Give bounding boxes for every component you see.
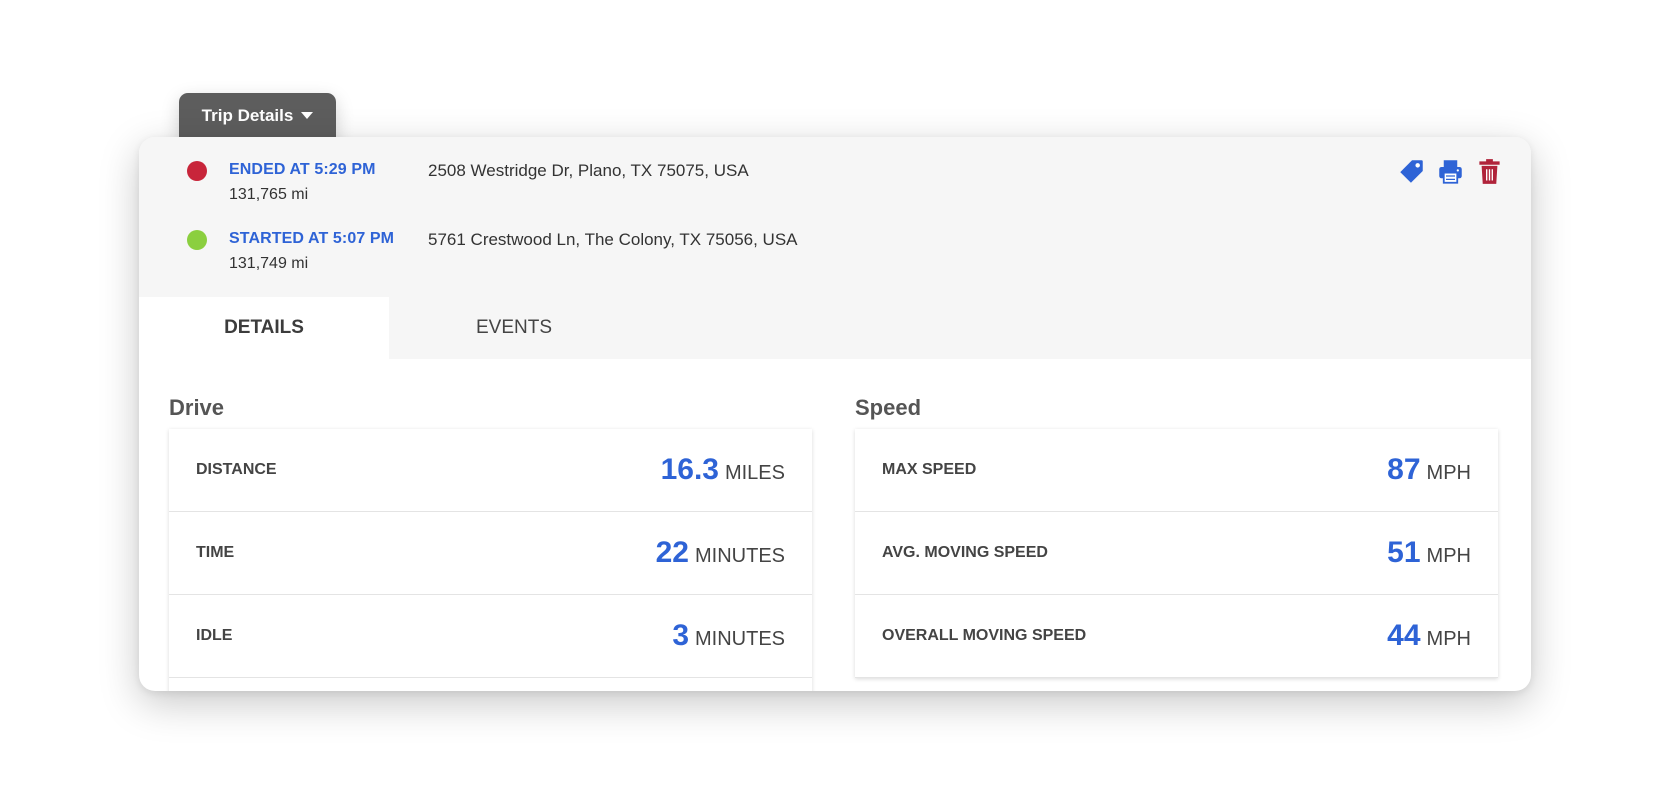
stat-value-group: 87 MPH (1387, 453, 1471, 487)
stat-label: OVERALL MOVING SPEED (882, 627, 1087, 644)
drive-section-title: Drive (169, 395, 225, 420)
stat-value: 87 (1387, 453, 1421, 486)
stat-label: AVG. MOVING SPEED (882, 544, 1048, 561)
end-status-dot-icon (187, 161, 207, 181)
stat-row-more (169, 678, 812, 691)
trip-details-dropdown[interactable]: Trip Details (179, 93, 336, 143)
tab-details[interactable]: DETAILS (139, 297, 389, 359)
stat-value: 22 (655, 536, 689, 569)
stat-unit: MILES (724, 462, 785, 484)
end-address: 2508 Westridge Dr, Plano, TX 75075, USA (428, 161, 749, 180)
stat-label: TIME (196, 544, 235, 561)
start-odometer: 131,749 mi (229, 255, 309, 272)
print-button[interactable] (1437, 157, 1464, 185)
stat-label: DISTANCE (196, 461, 277, 478)
speed-stats: MAX SPEED 87 MPH AVG. MOVING SPEED 51 MPH … (855, 429, 1498, 678)
stat-unit: MINUTES (695, 628, 785, 650)
stat-value-group: 22 MINUTES (656, 536, 785, 570)
trip-header: ENDED AT 5:29 PM 131,765 mi 2508 Westrid… (139, 137, 1531, 359)
trip-start-row: STARTED AT 5:07 PM 131,749 mi 5761 Crest… (139, 224, 1039, 284)
stat-row-avg-moving-speed: AVG. MOVING SPEED 51 MPH (855, 512, 1498, 595)
dropdown-label: Trip Details (201, 106, 294, 125)
stat-row-idle: IDLE 3 MINUTES (169, 595, 812, 678)
stat-label: IDLE (196, 627, 233, 644)
stat-row-overall-moving-speed: OVERALL MOVING SPEED 44 MPH (855, 595, 1498, 678)
stat-unit: MINUTES (695, 545, 785, 567)
trip-tabs: DETAILS EVENTS (139, 297, 639, 359)
trip-details-card: ENDED AT 5:29 PM 131,765 mi 2508 Westrid… (139, 137, 1531, 691)
print-icon (1439, 159, 1462, 184)
speed-section: Speed MAX SPEED 87 MPH AVG. MOVING SPEED … (855, 395, 1498, 678)
stat-value: 3 (672, 619, 689, 652)
stat-value-group: 44 MPH (1387, 619, 1471, 653)
stat-value-group: 16.3 MILES (661, 453, 785, 487)
trip-end-row: ENDED AT 5:29 PM 131,765 mi 2508 Westrid… (139, 155, 1039, 215)
stat-value-group: 51 MPH (1387, 536, 1471, 570)
tab-events[interactable]: EVENTS (389, 297, 639, 359)
stat-row-distance: DISTANCE 16.3 MILES (169, 429, 812, 512)
stat-value: 16.3 (660, 453, 719, 486)
drive-section: Drive DISTANCE 16.3 MILES TIME 22 MINUTES … (169, 395, 812, 691)
trash-icon (1479, 158, 1500, 184)
speed-section-title: Speed (855, 395, 922, 420)
trip-actions (1398, 157, 1503, 185)
tag-icon (1400, 159, 1423, 183)
stat-label: MAX SPEED (882, 461, 977, 478)
end-time: ENDED AT 5:29 PM (229, 161, 376, 178)
stat-value: 44 (1387, 619, 1421, 652)
stat-unit: MPH (1426, 545, 1471, 567)
stat-value-group: 3 MINUTES (672, 619, 785, 653)
end-odometer: 131,765 mi (229, 186, 309, 203)
stat-unit: MPH (1426, 462, 1471, 484)
stat-row-max-speed: MAX SPEED 87 MPH (855, 429, 1498, 512)
start-status-dot-icon (187, 230, 207, 250)
tag-button[interactable] (1398, 157, 1425, 185)
stat-row-time: TIME 22 MINUTES (169, 512, 812, 595)
start-time: STARTED AT 5:07 PM (229, 230, 395, 247)
caret-down-icon (301, 112, 314, 119)
drive-stats: DISTANCE 16.3 MILES TIME 22 MINUTES IDLE 3… (169, 429, 812, 691)
delete-button[interactable] (1476, 157, 1503, 185)
stat-unit: MPH (1426, 628, 1471, 650)
start-address: 5761 Crestwood Ln, The Colony, TX 75056,… (428, 230, 798, 249)
stat-value: 51 (1387, 536, 1421, 569)
